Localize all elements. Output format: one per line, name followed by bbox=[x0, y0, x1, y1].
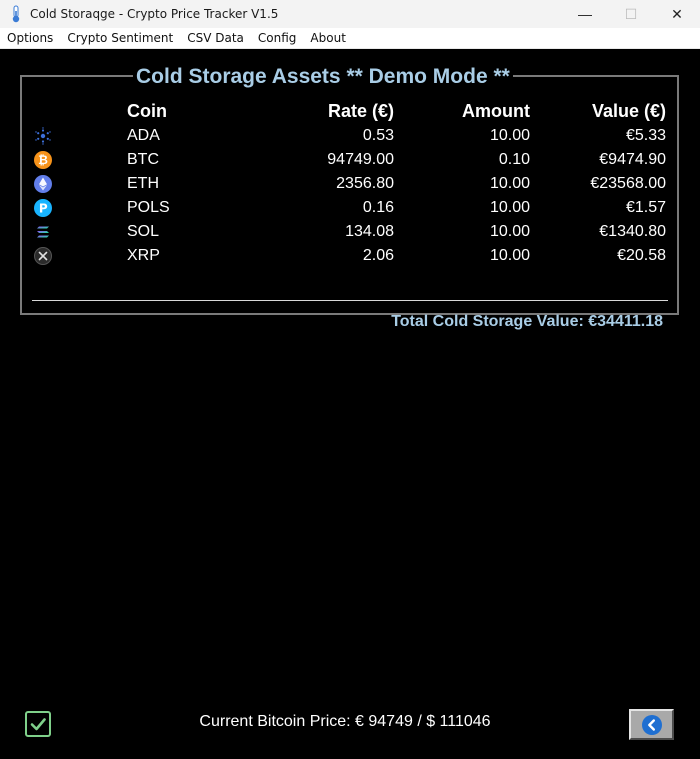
coin-value: €1.57 bbox=[625, 199, 666, 216]
header-coin: Coin bbox=[127, 101, 167, 121]
coin-amount: 10.00 bbox=[489, 199, 530, 216]
coin-value: €20.58 bbox=[617, 247, 666, 264]
main-area: Cold Storage Assets ** Demo Mode ** Coin… bbox=[0, 49, 700, 759]
chevron-left-icon bbox=[641, 714, 662, 735]
table-row: ₿ BTC 94749.00 0.10 €9474.90 bbox=[30, 148, 670, 172]
coin-amount: 10.00 bbox=[489, 223, 530, 240]
coin-name: POLS bbox=[127, 199, 170, 216]
solana-icon bbox=[34, 223, 52, 241]
cold-storage-panel: Cold Storage Assets ** Demo Mode ** Coin… bbox=[20, 65, 679, 330]
table-row: ETH 2356.80 10.00 €23568.00 bbox=[30, 172, 670, 196]
header-value: Value (€) bbox=[591, 101, 666, 121]
table-row: ADA 0.53 10.00 €5.33 bbox=[30, 124, 670, 148]
coin-name: SOL bbox=[127, 223, 160, 240]
window-controls: — ☐ ✕ bbox=[562, 0, 700, 28]
minimize-button[interactable]: — bbox=[562, 0, 608, 28]
table-row: XRP 2.06 10.00 €20.58 bbox=[30, 244, 670, 268]
coin-rate: 134.08 bbox=[345, 223, 394, 240]
xrp-icon bbox=[34, 247, 52, 265]
header-rate: Rate (€) bbox=[327, 101, 394, 121]
coin-rate: 0.16 bbox=[362, 199, 394, 216]
menu-crypto-sentiment[interactable]: Crypto Sentiment bbox=[60, 28, 180, 49]
table-row: P POLS 0.16 10.00 €1.57 bbox=[30, 196, 670, 220]
coin-amount: 10.00 bbox=[489, 247, 530, 264]
coin-value: €5.33 bbox=[625, 127, 666, 144]
menu-options[interactable]: Options bbox=[0, 28, 60, 49]
maximize-button[interactable]: ☐ bbox=[608, 0, 654, 28]
cardano-icon bbox=[34, 127, 52, 145]
coin-value: €1340.80 bbox=[599, 223, 666, 240]
coin-rate: 2.06 bbox=[362, 247, 394, 264]
assets-table: Coin Rate (€) Amount Value (€) ADA 0.53 … bbox=[30, 99, 670, 268]
coin-amount: 10.00 bbox=[489, 127, 530, 144]
thermometer-icon bbox=[8, 4, 24, 24]
menu-bar: Options Crypto Sentiment CSV Data Config… bbox=[0, 28, 700, 49]
coin-name: ETH bbox=[127, 175, 159, 192]
coin-rate: 94749.00 bbox=[327, 151, 394, 168]
svg-text:₿: ₿ bbox=[38, 153, 48, 167]
total-value: Total Cold Storage Value: €34411.18 bbox=[391, 313, 663, 330]
menu-csv-data[interactable]: CSV Data bbox=[180, 28, 251, 49]
coin-rate: 0.53 bbox=[362, 127, 394, 144]
coin-name: ADA bbox=[127, 127, 160, 144]
close-button[interactable]: ✕ bbox=[654, 0, 700, 28]
svg-text:P: P bbox=[39, 201, 48, 215]
menu-about[interactable]: About bbox=[303, 28, 352, 49]
menu-config[interactable]: Config bbox=[251, 28, 304, 49]
coin-value: €9474.90 bbox=[599, 151, 666, 168]
bitcoin-price-label: Current Bitcoin Price: € 94749 / $ 11104… bbox=[199, 713, 491, 730]
panel-title: Cold Storage Assets ** Demo Mode ** bbox=[133, 65, 513, 89]
back-button[interactable] bbox=[629, 709, 674, 740]
coin-name: BTC bbox=[127, 151, 159, 168]
coin-amount: 10.00 bbox=[489, 175, 530, 192]
coin-amount: 0.10 bbox=[498, 151, 530, 168]
window-title-bar: Cold Storaqge - Crypto Price Tracker V1.… bbox=[0, 0, 700, 28]
table-header-row: Coin Rate (€) Amount Value (€) bbox=[30, 99, 670, 124]
window-title: Cold Storaqge - Crypto Price Tracker V1.… bbox=[30, 7, 279, 21]
polkastarter-icon: P bbox=[34, 199, 52, 217]
coin-rate: 2356.80 bbox=[336, 175, 394, 192]
table-divider bbox=[32, 300, 668, 301]
table-row: SOL 134.08 10.00 €1340.80 bbox=[30, 220, 670, 244]
coin-name: XRP bbox=[127, 247, 160, 264]
coin-value: €23568.00 bbox=[590, 175, 666, 192]
ethereum-icon bbox=[34, 175, 52, 193]
bitcoin-icon: ₿ bbox=[34, 151, 52, 169]
header-amount: Amount bbox=[462, 101, 530, 121]
